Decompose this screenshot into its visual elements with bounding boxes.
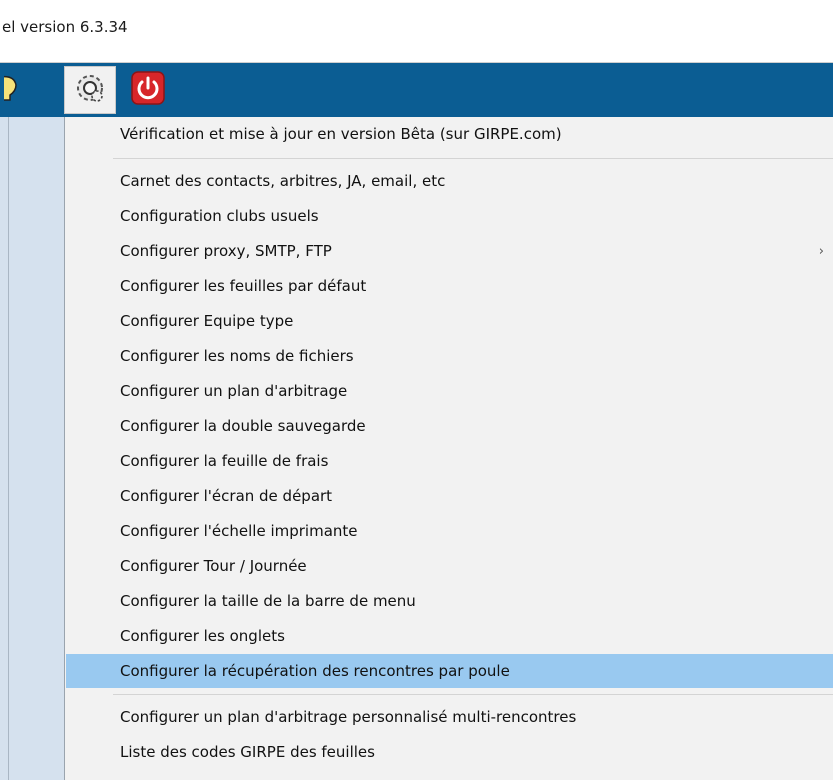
- menu-item-proxy[interactable]: Configurer proxy, SMTP, FTP ›: [66, 234, 833, 268]
- toolbar: [0, 63, 833, 117]
- menu-item-label: Carnet des contacts, arbitres, JA, email…: [120, 172, 446, 190]
- menu-item-label: Configurer l'écran de départ: [120, 487, 333, 505]
- menu-item-round-day[interactable]: Configurer Tour / Journée: [66, 549, 833, 583]
- menu-item-label: Vérification et mise à jour en version B…: [120, 125, 562, 143]
- menu-item-label: Configurer la feuille de frais: [120, 452, 329, 470]
- menu-item-clubs[interactable]: Configuration clubs usuels: [66, 199, 833, 233]
- power-button[interactable]: [126, 66, 170, 114]
- settings-button[interactable]: [64, 66, 116, 114]
- lightbulb-button[interactable]: [0, 66, 22, 114]
- menu-item-contacts[interactable]: Carnet des contacts, arbitres, JA, email…: [66, 164, 833, 198]
- menu-item-label: Configurer les onglets: [120, 627, 285, 645]
- menu-item-expense-sheet[interactable]: Configurer la feuille de frais: [66, 444, 833, 478]
- left-panel: [0, 117, 64, 780]
- menu-item-start-screen[interactable]: Configurer l'écran de départ: [66, 479, 833, 513]
- menu-item-label: Configurer proxy, SMTP, FTP: [120, 242, 332, 260]
- menu-item-team-type[interactable]: Configurer Equipe type: [66, 304, 833, 338]
- menu-item-label: Configurer un plan d'arbitrage personnal…: [120, 708, 577, 726]
- title-bar: el version 6.3.34: [0, 0, 833, 63]
- menu-item-pool-matches[interactable]: Configurer la récupération des rencontre…: [66, 654, 833, 688]
- menu-item-beta-update[interactable]: Vérification et mise à jour en version B…: [66, 117, 833, 151]
- menu-item-label: Configurer un plan d'arbitrage: [120, 382, 348, 400]
- menu-separator: [113, 694, 833, 695]
- chevron-right-icon: ›: [818, 243, 824, 259]
- menu-item-label: Configuration clubs usuels: [120, 207, 319, 225]
- menu-item-tabs[interactable]: Configurer les onglets: [66, 619, 833, 653]
- menu-item-label: Liste des codes GIRPE des feuilles: [120, 743, 375, 761]
- menu-separator: [113, 158, 833, 159]
- menu-item-refereeing-plan[interactable]: Configurer un plan d'arbitrage: [66, 374, 833, 408]
- settings-menu: Vérification et mise à jour en version B…: [64, 117, 833, 780]
- lightbulb-icon: [0, 73, 18, 107]
- menu-item-label: Configurer la double sauvegarde: [120, 417, 366, 435]
- menu-item-menubar-size[interactable]: Configurer la taille de la barre de menu: [66, 584, 833, 618]
- menu-item-file-names[interactable]: Configurer les noms de fichiers: [66, 339, 833, 373]
- menu-item-label: Configurer Tour / Journée: [120, 557, 307, 575]
- menu-item-label: Configurer les feuilles par défaut: [120, 277, 367, 295]
- menu-item-custom-refereeing-plan[interactable]: Configurer un plan d'arbitrage personnal…: [66, 700, 833, 734]
- menu-item-printer-scale[interactable]: Configurer l'échelle imprimante: [66, 514, 833, 548]
- menu-item-label: Configurer l'échelle imprimante: [120, 522, 358, 540]
- menu-item-girpe-codes[interactable]: Liste des codes GIRPE des feuilles: [66, 735, 833, 769]
- window-title: el version 6.3.34: [2, 18, 128, 36]
- menu-item-label: Configurer la récupération des rencontre…: [120, 662, 510, 680]
- gear-icon: [72, 70, 108, 110]
- menu-item-label: Configurer la taille de la barre de menu: [120, 592, 416, 610]
- menu-item-label: Configurer Equipe type: [120, 312, 294, 330]
- menu-item-double-backup[interactable]: Configurer la double sauvegarde: [66, 409, 833, 443]
- menu-item-default-sheets[interactable]: Configurer les feuilles par défaut: [66, 269, 833, 303]
- power-icon: [131, 71, 165, 109]
- menu-item-label: Configurer les noms de fichiers: [120, 347, 354, 365]
